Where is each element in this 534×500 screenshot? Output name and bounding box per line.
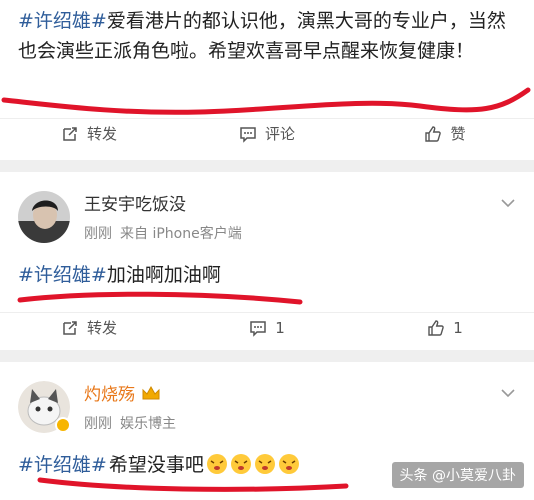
annotation-underline — [17, 291, 303, 305]
repost-button[interactable]: 转发 — [0, 119, 178, 148]
watermark: 头条 @小莫爱八卦 — [391, 462, 524, 488]
emoji-icon — [206, 453, 227, 474]
comment-time: 刚刚 — [84, 416, 112, 432]
comment-count: 1 — [275, 318, 285, 337]
comment-label: 评论 — [264, 125, 295, 143]
post-hashtag[interactable]: #许绍雄# — [18, 10, 107, 32]
like-label: 赞 — [450, 125, 466, 143]
user-info: 灼烧殇 刚刚 娱乐博主 — [84, 380, 176, 433]
user-meta: 刚刚 来自 iPhone客户端 — [84, 223, 242, 243]
chevron-down-icon[interactable] — [500, 198, 516, 208]
repost-label: 转发 — [86, 125, 117, 143]
post-action-bar: 转发 评论 赞 — [0, 118, 534, 148]
comment-body: 加油啊加油啊 — [106, 264, 221, 286]
post-card: #许绍雄#爱看港片的都认识他，演黑大哥的专业户，当然也会演些正派角色啦。希望欢喜… — [0, 0, 534, 160]
like-button[interactable]: 赞 — [356, 119, 534, 148]
repost-label: 转发 — [86, 319, 117, 337]
avatar[interactable] — [18, 380, 71, 433]
repost-button[interactable]: 转发 — [0, 313, 178, 342]
annotation-underline — [1, 87, 531, 115]
crown-icon — [142, 385, 160, 399]
comment-hashtag[interactable]: #许绍雄# — [18, 264, 107, 286]
comment-icon — [240, 126, 256, 143]
comment-source: 来自 iPhone客户端 — [120, 226, 242, 242]
comment-hashtag[interactable]: #许绍雄# — [18, 450, 107, 477]
avatar[interactable] — [18, 190, 70, 243]
comment-text: #许绍雄#加油啊加油啊 — [18, 260, 221, 287]
comment-user-row: 灼烧殇 刚刚 娱乐博主 — [18, 380, 176, 433]
avatar-photo — [18, 190, 70, 243]
like-button[interactable]: 1 — [356, 313, 534, 342]
comment-body: 希望没事吧 — [108, 454, 204, 476]
comment-user-row: 王安宇吃饭没 刚刚 来自 iPhone客户端 — [18, 190, 242, 243]
comment-action-bar: 转发 1 1 — [0, 312, 534, 342]
verified-badge-icon — [55, 416, 71, 433]
emoji-icon — [278, 453, 299, 474]
user-info: 王安宇吃饭没 刚刚 来自 iPhone客户端 — [84, 190, 242, 243]
chevron-down-icon[interactable] — [500, 388, 516, 398]
emoji-icon — [230, 453, 251, 474]
user-role: 娱乐博主 — [120, 416, 176, 432]
user-name-label: 灼烧殇 — [84, 385, 135, 405]
comment-text: #许绍雄# 希望没事吧 — [18, 450, 300, 477]
user-meta: 刚刚 娱乐博主 — [84, 413, 176, 433]
comment-button[interactable]: 评论 — [178, 119, 356, 148]
repost-icon — [63, 126, 77, 141]
like-count: 1 — [453, 318, 463, 337]
comment-time: 刚刚 — [84, 226, 112, 242]
user-name[interactable]: 王安宇吃饭没 — [84, 190, 242, 215]
repost-icon — [63, 320, 77, 335]
thumbs-up-icon — [428, 319, 444, 336]
comment-icon — [250, 320, 266, 337]
comment-card: 王安宇吃饭没 刚刚 来自 iPhone客户端 #许绍雄#加油啊加油啊 转发 1 … — [0, 172, 534, 350]
comment-button[interactable]: 1 — [178, 313, 356, 342]
thumbs-up-icon — [425, 125, 442, 142]
emoji-icon — [254, 453, 275, 474]
post-text: #许绍雄#爱看港片的都认识他，演黑大哥的专业户，当然也会演些正派角色啦。希望欢喜… — [18, 6, 518, 66]
user-name[interactable]: 灼烧殇 — [84, 380, 176, 405]
